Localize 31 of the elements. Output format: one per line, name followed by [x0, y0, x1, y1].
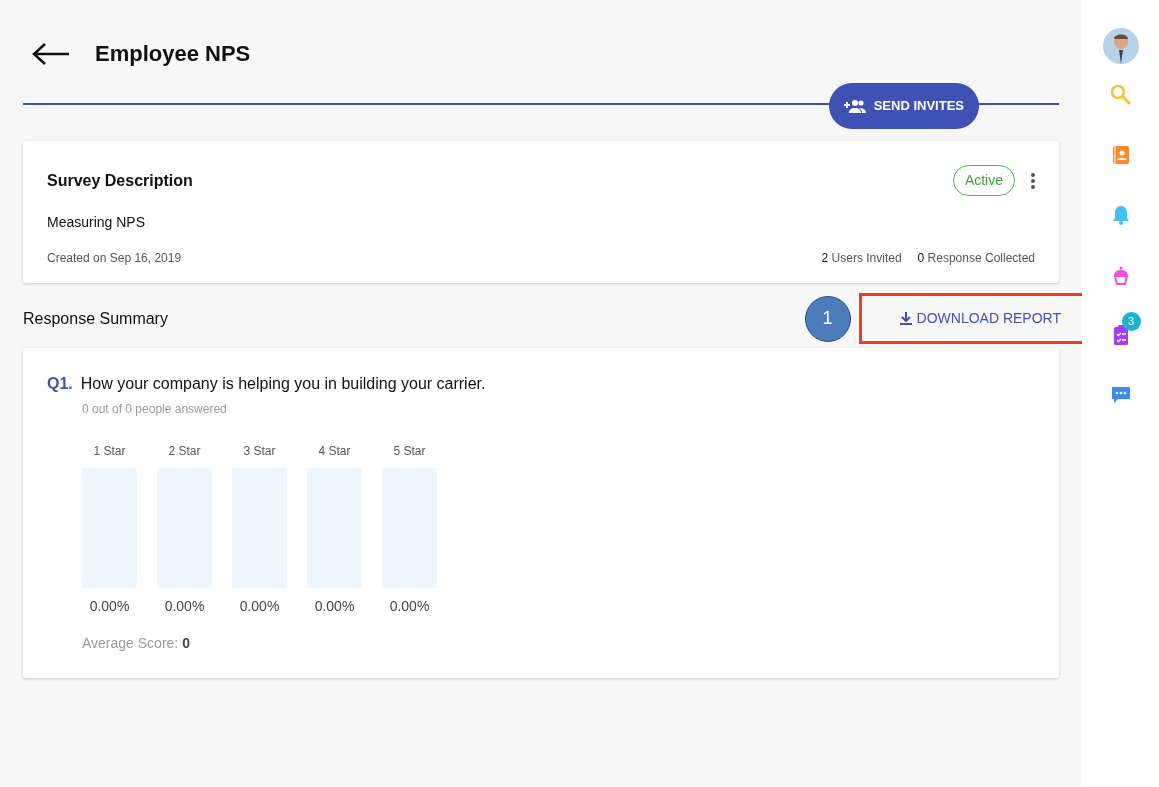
answered-count: 0 out of 0 people answered [82, 401, 228, 418]
back-arrow-icon[interactable] [31, 41, 71, 66]
rating-percent: 0.00% [239, 597, 280, 616]
profile-avatar[interactable] [1102, 28, 1139, 64]
send-invites-button[interactable]: SEND INVITES [828, 83, 979, 129]
created-date: Created on Sep 16, 2019 [47, 250, 182, 267]
rating-percent: 0.00% [389, 597, 430, 616]
stat-text: 0 Response Collected [917, 250, 1035, 267]
card-heading: Survey Description [47, 170, 193, 191]
question-text: How your company is helping you in building your carrier. [80, 374, 486, 394]
question-number: Q1. [47, 374, 73, 394]
survey-description: Measuring NPS [47, 213, 147, 232]
rating-label: 5 Star [393, 443, 426, 460]
page-title: Employee NPS [95, 40, 251, 68]
average-score: Average Score: 0 [82, 634, 191, 653]
rating-percent: 0.00% [89, 597, 130, 616]
download-report-button[interactable]: DOWNLOAD REPORT [899, 308, 1061, 329]
rating-label: 4 Star [318, 443, 351, 460]
rating-percent: 0.00% [314, 597, 355, 616]
add-people-icon [843, 99, 866, 113]
rating-label: 3 Star [243, 443, 276, 460]
more-options-icon[interactable] [1031, 172, 1035, 189]
section-heading: Response Summary [23, 308, 168, 329]
download-icon [899, 311, 912, 326]
rating-label: 1 Star [93, 443, 126, 460]
rating-label: 2 Star [168, 443, 201, 460]
annotation-marker: 1 [804, 295, 851, 342]
notification-count: 3 [1121, 312, 1141, 331]
stat-text: 2 Users Invited [821, 250, 902, 267]
rating-percent: 0.00% [164, 597, 205, 616]
chat-icon[interactable] [1109, 384, 1132, 406]
